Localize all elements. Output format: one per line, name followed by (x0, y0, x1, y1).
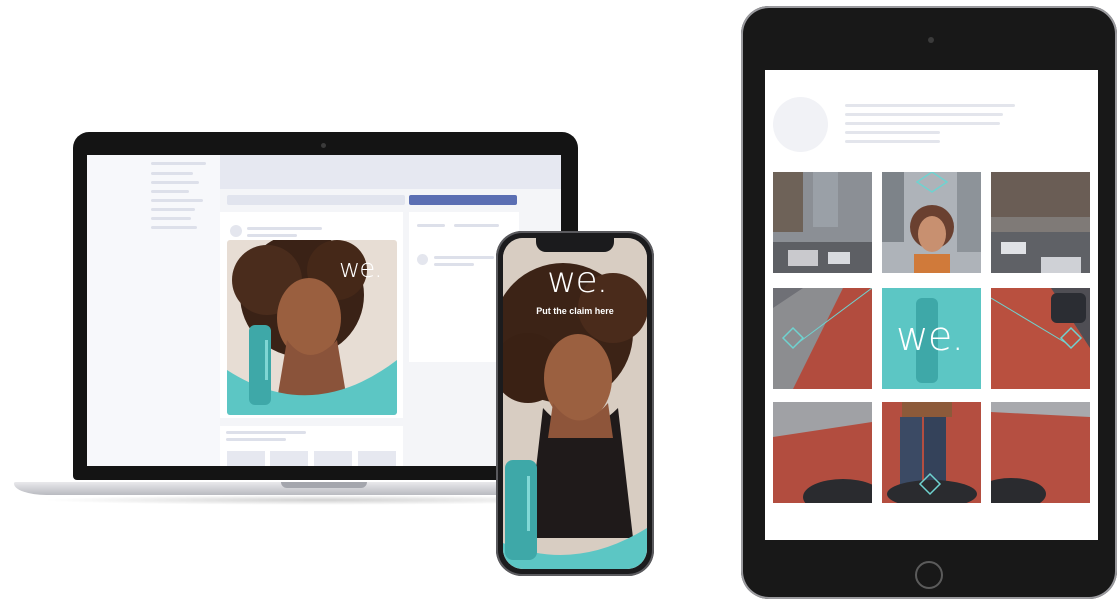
feed-sidebar (87, 155, 220, 466)
thumb-tile (314, 451, 352, 466)
post-header-line (247, 227, 322, 230)
side-line (434, 256, 494, 259)
profile-line (845, 131, 940, 134)
sidebar-line (151, 217, 191, 220)
grid-post-8[interactable] (882, 402, 981, 503)
grid-post-brand[interactable]: we. (882, 288, 981, 389)
grid-post-4[interactable] (773, 288, 872, 389)
profile-line (845, 113, 1003, 116)
thumb-tile (358, 451, 396, 466)
profile-line (845, 140, 940, 143)
sidebar-line (151, 181, 199, 184)
action-button[interactable] (409, 195, 517, 205)
tablet-camera (928, 37, 934, 43)
home-button[interactable] (915, 561, 943, 589)
brand-logo: we. (896, 314, 964, 360)
grid-post-6[interactable] (991, 288, 1090, 389)
grid-post-9[interactable] (991, 402, 1090, 503)
side-line (417, 224, 445, 227)
bottom-line (226, 438, 286, 441)
laptop-screen: we. (87, 155, 561, 466)
thumb-tile (227, 451, 265, 466)
sidebar-line (151, 162, 206, 165)
profile-line (845, 104, 1015, 107)
grid-post-7[interactable] (773, 402, 872, 503)
laptop-camera (321, 143, 326, 148)
claim-text: Put the claim here (536, 306, 614, 316)
bottom-line (226, 431, 306, 434)
laptop-opening-notch (281, 482, 367, 488)
grid-post-2[interactable] (882, 172, 981, 273)
side-line (454, 224, 499, 227)
sidebar-line (151, 226, 197, 229)
sidebar-line (151, 172, 193, 175)
post-header-line (247, 234, 297, 237)
brand-logo: we. (547, 260, 608, 301)
phone-notch (536, 238, 614, 252)
grid-post-3[interactable] (991, 172, 1090, 273)
post-avatar (230, 225, 242, 237)
profile-avatar (773, 97, 828, 152)
grid-post-1[interactable] (773, 172, 872, 273)
search-bar[interactable] (227, 195, 405, 205)
brand-logo: we. (339, 254, 383, 284)
profile-line (845, 122, 1000, 125)
sidebar-line (151, 190, 189, 193)
side-avatar (417, 254, 428, 265)
thumb-tile (270, 451, 308, 466)
feed-header (220, 155, 561, 189)
sidebar-line (151, 208, 195, 211)
ad-creative-laptop[interactable]: we. (227, 240, 397, 415)
sidebar-line (151, 199, 203, 202)
side-line (434, 263, 474, 266)
